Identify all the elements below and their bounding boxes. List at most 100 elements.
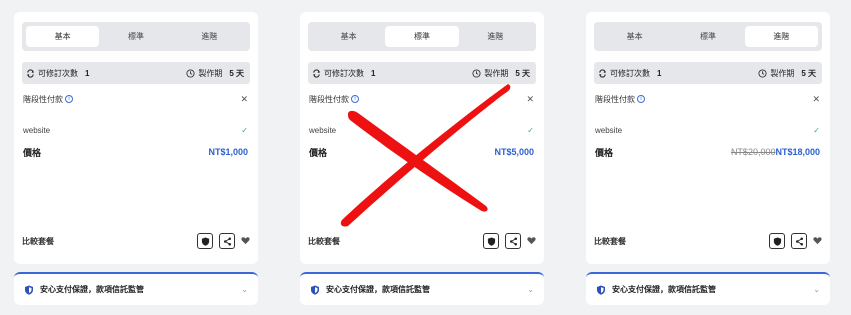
chevron-down-icon: ⌄ [527,285,534,294]
refresh-icon [313,68,320,78]
tab-basic[interactable]: 基本 [26,26,100,47]
delivery-days: 5 天 [515,68,530,78]
tab-advanced[interactable]: 進階 [459,26,532,47]
share-button[interactable] [791,233,807,249]
heart-icon [527,237,536,245]
price-value: NT$5,000 [494,147,534,157]
info-icon[interactable]: i [637,95,645,103]
price-value: NT$18,000 [775,147,820,157]
card-footer: 比較套餐 [308,232,536,250]
payment-guarantee-bar[interactable]: 安心支付保證，款項信託監管 ⌄ [14,272,258,305]
chevron-down-icon: ⌄ [241,285,248,294]
price-value: NT$1,000 [208,147,248,157]
tab-standard[interactable]: 標準 [99,26,172,47]
price-label: 價格 [309,147,328,158]
delivery-days: 5 天 [229,68,244,78]
revisions-count: 1 [371,68,376,78]
shield-icon [311,285,319,295]
share-button[interactable] [219,233,235,249]
info-icon[interactable]: i [65,95,73,103]
close-icon: ✕ [240,93,248,104]
report-button[interactable] [197,233,213,249]
compare-packages-link[interactable]: 比較套餐 [308,236,340,247]
tab-standard[interactable]: 標準 [671,26,744,47]
shield-icon [201,236,209,246]
feature-row: website ✓ [594,124,822,136]
package-tabs: 基本 標準 進階 [22,22,250,51]
feature-label: website [23,125,51,135]
share-icon [223,237,231,245]
price-label: 價格 [23,147,42,158]
price-row: 價格 NT$20,000NT$18,000 [594,146,822,158]
shield-icon [773,236,781,246]
check-icon: ✓ [241,125,248,135]
package-info-bar: 可修訂次數 1 製作期 5 天 [594,62,822,84]
feature-label: website [595,125,623,135]
guarantee-text: 安心支付保證，款項信託監管 [326,285,430,294]
report-button[interactable] [483,233,499,249]
package-card: 基本 標準 進階 可修訂次數 1 製作期 5 天 階段性付款 i ✕ websit… [586,12,830,264]
clock-icon [758,68,767,78]
tab-basic[interactable]: 基本 [598,26,671,47]
tab-basic[interactable]: 基本 [312,26,385,47]
delivery-label: 製作期 [484,68,509,78]
feature-row: website ✓ [308,124,536,136]
installment-row: 階段性付款 i ✕ [594,92,822,106]
compare-packages-link[interactable]: 比較套餐 [22,236,54,247]
revisions-count: 1 [85,68,90,78]
heart-icon [813,237,822,245]
package-card: 基本 標準 進階 可修訂次數 1 製作期 5 天 階段性付款 i ✕ websit… [300,12,544,264]
shield-icon [597,285,605,295]
check-icon: ✓ [813,125,820,135]
clock-icon [186,68,195,78]
package-column-basic: 基本 標準 進階 可修訂次數 1 製作期 5 天 階段性付款 i ✕ websit… [14,12,258,305]
payment-guarantee-bar[interactable]: 安心支付保證，款項信託監管 ⌄ [586,272,830,305]
installment-row: 階段性付款 i ✕ [308,92,536,106]
price-row: 價格 NT$5,000 [308,146,536,158]
chevron-down-icon: ⌄ [813,285,820,294]
delivery-label: 製作期 [198,68,223,78]
card-footer: 比較套餐 [594,232,822,250]
tab-advanced[interactable]: 進階 [173,26,246,47]
close-icon: ✕ [526,93,534,104]
tab-advanced[interactable]: 進階 [744,26,818,47]
refresh-icon [27,68,34,78]
price-row: 價格 NT$1,000 [22,146,250,158]
favorite-button[interactable] [241,232,250,250]
original-price: NT$20,000 [730,147,776,157]
refresh-icon [599,68,606,78]
close-icon: ✕ [812,93,820,104]
delivery-label: 製作期 [770,68,795,78]
payment-guarantee-bar[interactable]: 安心支付保證，款項信託監管 ⌄ [300,272,544,305]
heart-icon [241,237,250,245]
installment-label: 階段性付款 [309,94,349,104]
delivery-days: 5 天 [801,68,816,78]
package-column-standard: 基本 標準 進階 可修訂次數 1 製作期 5 天 階段性付款 i ✕ websit… [300,12,544,305]
installment-label: 階段性付款 [595,94,635,104]
shield-icon [25,285,33,295]
share-icon [795,237,803,245]
shield-icon [487,236,495,246]
package-info-bar: 可修訂次數 1 製作期 5 天 [308,62,536,84]
info-icon[interactable]: i [351,95,359,103]
compare-packages-link[interactable]: 比較套餐 [594,236,626,247]
clock-icon [472,68,481,78]
guarantee-text: 安心支付保證，款項信託監管 [612,285,716,294]
revisions-label: 可修訂次數 [324,68,364,78]
package-card: 基本 標準 進階 可修訂次數 1 製作期 5 天 階段性付款 i ✕ websit… [14,12,258,264]
package-tabs: 基本 標準 進階 [594,22,822,51]
share-button[interactable] [505,233,521,249]
revisions-count: 1 [657,68,662,78]
tab-standard[interactable]: 標準 [385,26,459,47]
favorite-button[interactable] [813,232,822,250]
feature-label: website [309,125,337,135]
report-button[interactable] [769,233,785,249]
revisions-label: 可修訂次數 [38,68,78,78]
card-footer: 比較套餐 [22,232,250,250]
installment-label: 階段性付款 [23,94,63,104]
installment-row: 階段性付款 i ✕ [22,92,250,106]
check-icon: ✓ [527,125,534,135]
favorite-button[interactable] [527,232,536,250]
guarantee-text: 安心支付保證，款項信託監管 [40,285,144,294]
feature-row: website ✓ [22,124,250,136]
